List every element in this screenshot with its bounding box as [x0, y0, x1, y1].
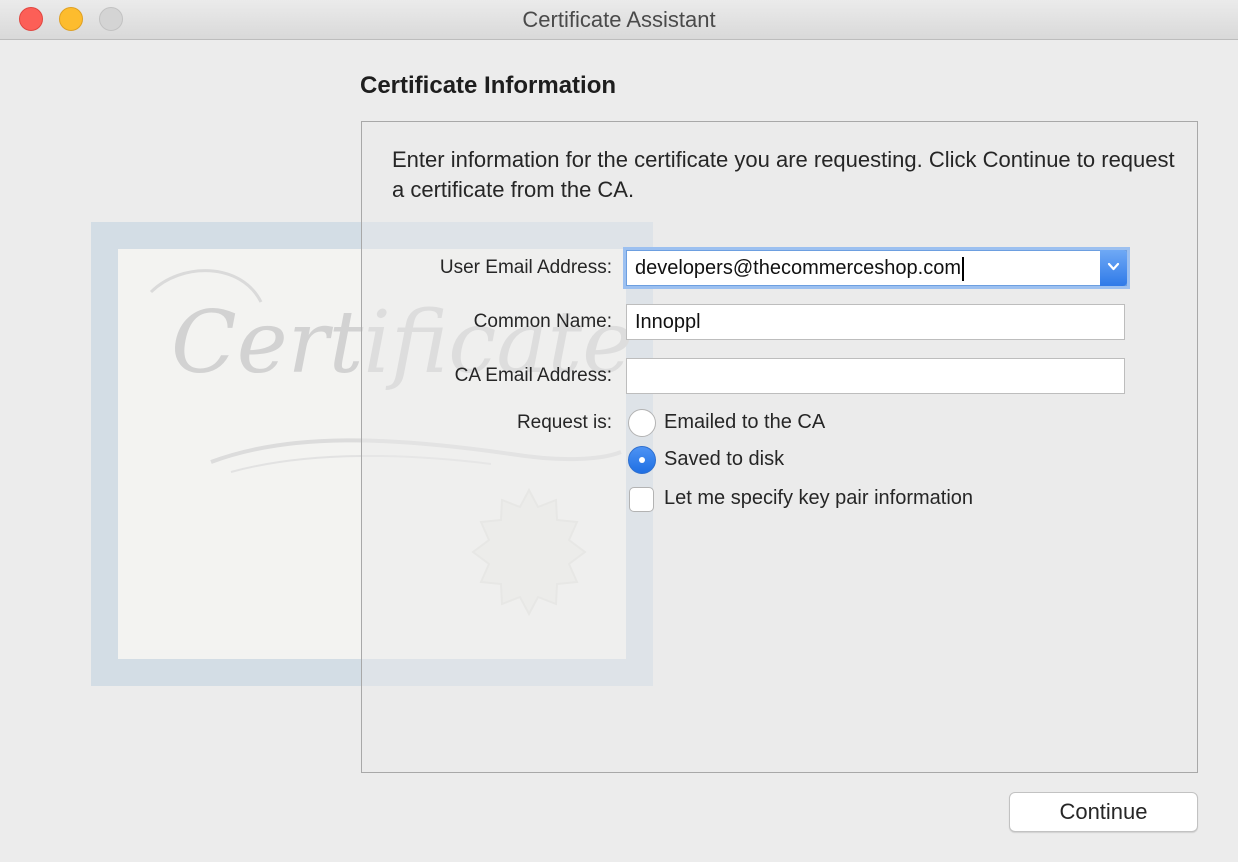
request-is-label: Request is: [516, 412, 612, 433]
user-email-value: developers@thecommerceshop.com [635, 257, 962, 279]
certificate-assistant-window: Certificate Assistant Certificate Certif… [0, 0, 1238, 862]
intro-text: Enter information for the certificate yo… [392, 147, 1175, 202]
user-email-label: User Email Address: [439, 257, 612, 278]
chevron-down-icon [1107, 262, 1120, 271]
ca-email-field[interactable] [626, 358, 1125, 394]
radio-selected-dot [639, 457, 645, 463]
window-title: Certificate Assistant [522, 7, 716, 32]
continue-button[interactable]: Continue [1009, 792, 1198, 832]
title-bar: Certificate Assistant [0, 0, 1238, 40]
form-panel [361, 121, 1198, 773]
text-caret [962, 256, 964, 281]
section-title: Certificate Information [360, 72, 617, 99]
saved-to-disk-label[interactable]: Saved to disk [664, 448, 784, 471]
user-email-combobox[interactable]: developers@thecommerceshop.com [626, 250, 1127, 286]
key-pair-checkbox[interactable] [629, 487, 654, 512]
key-pair-checkbox-label[interactable]: Let me specify key pair information [664, 487, 973, 510]
user-email-dropdown-button[interactable] [1100, 250, 1127, 286]
common-name-field[interactable]: Innoppl [626, 304, 1125, 340]
common-name-label: Common Name: [473, 311, 612, 332]
radio-saved-to-disk[interactable] [628, 446, 656, 474]
radio-emailed-to-ca[interactable] [628, 409, 656, 437]
ca-email-label: CA Email Address: [454, 365, 612, 386]
emailed-to-ca-label[interactable]: Emailed to the CA [664, 411, 825, 434]
